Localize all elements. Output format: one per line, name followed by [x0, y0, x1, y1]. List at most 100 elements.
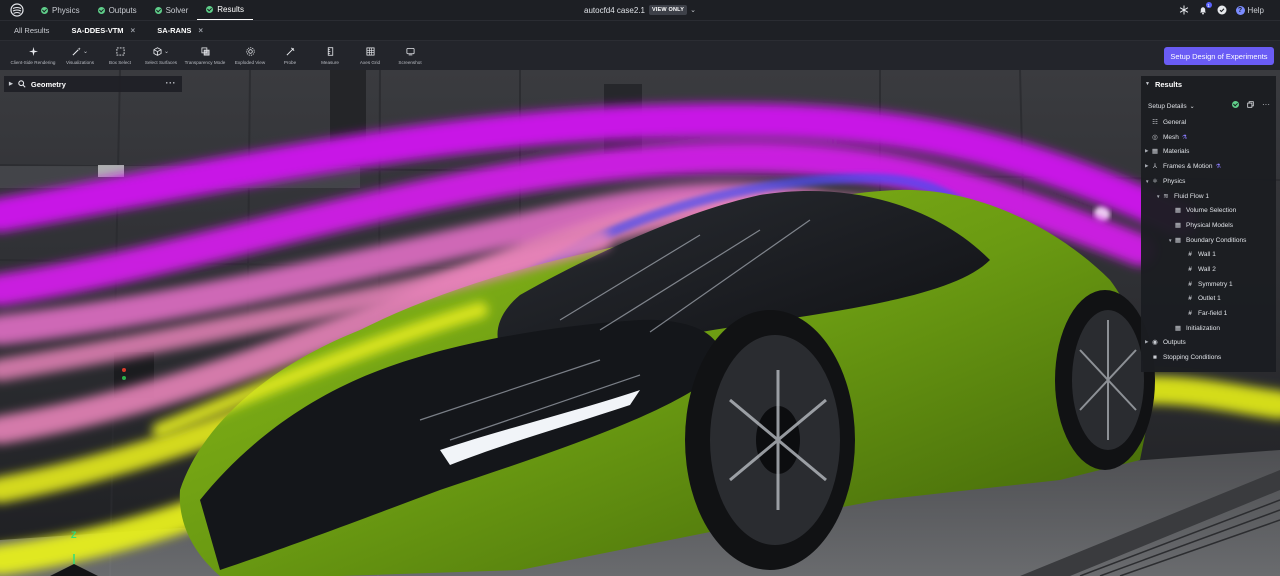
setup-details-dropdown[interactable]: Setup Details ⌄ ···	[1141, 98, 1276, 114]
geometry-panel-title: Geometry	[30, 79, 66, 89]
close-icon[interactable]: ×	[198, 26, 203, 35]
tree-item-outlet-1[interactable]: # Outlet 1	[1186, 292, 1221, 304]
copy-icon[interactable]	[1247, 101, 1254, 108]
tab-all-results[interactable]: All Results	[0, 21, 57, 41]
mesh-icon: ◎	[1152, 134, 1158, 141]
tool-label: Select Surfaces	[144, 60, 178, 65]
caret-right-icon[interactable]: ▶	[1145, 163, 1148, 169]
tree-item-label: Materials	[1163, 147, 1190, 155]
tree-item-label: Boundary Conditions	[1186, 236, 1247, 244]
tab-sa-ddes-vtm[interactable]: SA-DDES-VTM ×	[57, 21, 143, 41]
chevron-down-icon: ⌄	[82, 48, 89, 55]
tab-sa-rans[interactable]: SA-RANS ×	[143, 21, 211, 41]
tree-item-stopping-conditions[interactable]: ■ Stopping Conditions	[1151, 351, 1221, 363]
nav-tab-outputs[interactable]: Outputs	[89, 0, 146, 20]
tree-item-symmetry-1[interactable]: # Symmetry 1	[1186, 278, 1232, 290]
tree-item-initialization[interactable]: ▦ Initialization	[1174, 322, 1220, 334]
snowflake-icon[interactable]	[1179, 5, 1189, 15]
tool-box-select[interactable]: Box Select	[104, 45, 136, 65]
tree-item-wall-1[interactable]: # Wall 1	[1186, 248, 1216, 260]
nav-right-actions: 1 ? Help	[1179, 0, 1264, 20]
wand-icon	[72, 46, 81, 55]
tree-item-label: Physical Models	[1186, 221, 1233, 229]
tree-item-label: Volume Selection	[1186, 206, 1237, 214]
tool-label: Exploded View	[234, 60, 266, 65]
results-panel-title: Results	[1154, 79, 1183, 89]
help-link[interactable]: ? Help	[1235, 5, 1264, 15]
search-icon[interactable]	[18, 80, 26, 88]
setup-details-label: Setup Details	[1148, 102, 1187, 110]
init-icon: ▦	[1174, 325, 1182, 332]
tool-select-surfaces[interactable]: ⌄ Select Surfaces	[140, 45, 182, 65]
nav-tab-label: Physics	[52, 5, 80, 15]
tree-item-label: General	[1163, 118, 1187, 126]
tool-label: Transparency Mode	[184, 60, 226, 65]
top-nav: Physics Outputs Solver Results autocfd4 …	[0, 0, 1280, 20]
more-options-icon[interactable]: ···	[166, 78, 177, 88]
setup-doe-button[interactable]: Setup Design of Experiments	[1164, 47, 1274, 65]
geometry-panel[interactable]: ▶ Geometry ···	[4, 76, 182, 92]
check-circle-icon[interactable]	[1217, 5, 1227, 15]
check-icon	[206, 6, 214, 13]
close-icon[interactable]: ×	[131, 26, 136, 35]
tab-label: SA-RANS	[157, 26, 192, 35]
caret-down-icon[interactable]: ▼	[1145, 179, 1149, 184]
nav-tab-label: Outputs	[108, 5, 137, 15]
caret-right-icon[interactable]: ▶	[9, 81, 13, 87]
tree-item-volume-selection[interactable]: ▦ Volume Selection	[1174, 204, 1236, 216]
nav-tab-results[interactable]: Results	[197, 0, 253, 20]
bell-icon[interactable]: 1	[1198, 2, 1212, 15]
caret-right-icon[interactable]: ▶	[1145, 339, 1148, 345]
models-icon: ▦	[1174, 222, 1182, 229]
chevron-down-icon: ⌄	[163, 48, 170, 55]
nav-tab-solver[interactable]: Solver	[146, 0, 198, 20]
hash-icon: #	[1188, 280, 1192, 288]
tool-axes-grid[interactable]: Axes Grid	[357, 45, 383, 65]
tree-item-label: Initialization	[1186, 324, 1220, 332]
caret-down-icon[interactable]: ▼	[1168, 238, 1172, 243]
boundary-icon: ▦	[1174, 237, 1182, 244]
tree-item-general[interactable]: ☷ General	[1151, 116, 1186, 128]
tree-item-fluid-flow-1[interactable]: ▼ ≋ Fluid Flow 1	[1156, 190, 1209, 202]
help-label: Help	[1247, 5, 1264, 15]
tree-item-wall-2[interactable]: # Wall 2	[1186, 263, 1216, 275]
tree-item-physical-models[interactable]: ▦ Physical Models	[1174, 219, 1233, 231]
physics-icon: ⚛	[1152, 178, 1158, 185]
tree-item-frames-motion[interactable]: ▶ ⅄ Frames & Motion ⚗	[1145, 160, 1221, 172]
tree-item-outputs[interactable]: ▶ ◉ Outputs	[1145, 336, 1186, 348]
tree-item-far-field-1[interactable]: # Far-field 1	[1186, 307, 1227, 319]
tree-item-label: Wall 2	[1198, 265, 1216, 273]
caret-down-icon[interactable]: ▼	[1145, 81, 1150, 87]
caret-down-icon[interactable]: ▼	[1156, 194, 1160, 199]
more-options-icon[interactable]: ···	[1262, 100, 1270, 108]
sparkle-icon	[28, 46, 38, 56]
tree-item-boundary-conditions[interactable]: ▼ ▦ Boundary Conditions	[1168, 234, 1247, 246]
results-panel-header[interactable]: ▼ Results	[1141, 76, 1276, 92]
tool-screenshot[interactable]: Screenshot	[394, 45, 426, 65]
view-only-badge: VIEW ONLY	[648, 5, 688, 15]
nav-tab-physics[interactable]: Physics	[32, 0, 89, 20]
help-icon: ?	[1235, 5, 1245, 15]
app-logo-icon[interactable]	[10, 3, 24, 17]
3d-viewport[interactable]: Z	[0, 70, 1280, 576]
tree-item-label: Stopping Conditions	[1163, 353, 1222, 361]
chevron-down-icon[interactable]: ⌄	[690, 6, 696, 14]
tool-visualizations[interactable]: ⌄ Visualizations	[60, 45, 100, 65]
probe-icon	[286, 47, 294, 55]
screenshot-icon	[405, 47, 415, 55]
caret-right-icon[interactable]: ▶	[1145, 148, 1148, 154]
frames-icon: ⅄	[1153, 163, 1157, 170]
tree-item-physics[interactable]: ▼ ⚛ Physics	[1145, 175, 1185, 187]
tool-exploded-view[interactable]: Exploded View	[230, 45, 270, 65]
volume-icon: ▦	[1174, 207, 1182, 214]
tree-item-label: Far-field 1	[1198, 309, 1228, 317]
nav-tab-label: Results	[217, 5, 244, 14]
tool-probe[interactable]: Probe	[278, 45, 302, 65]
tool-transparency-mode[interactable]: Transparency Mode	[182, 45, 228, 65]
tool-measure[interactable]: Measure	[316, 45, 344, 65]
tree-item-materials[interactable]: ▶ ▦ Materials	[1145, 145, 1190, 157]
tree-item-mesh[interactable]: ◎ Mesh ⚗	[1151, 131, 1187, 143]
project-name[interactable]: autocfd4 case2.1	[584, 6, 645, 15]
tool-client-side-rendering[interactable]: Client-Side Rendering	[8, 45, 58, 65]
hash-icon: #	[1188, 294, 1192, 302]
